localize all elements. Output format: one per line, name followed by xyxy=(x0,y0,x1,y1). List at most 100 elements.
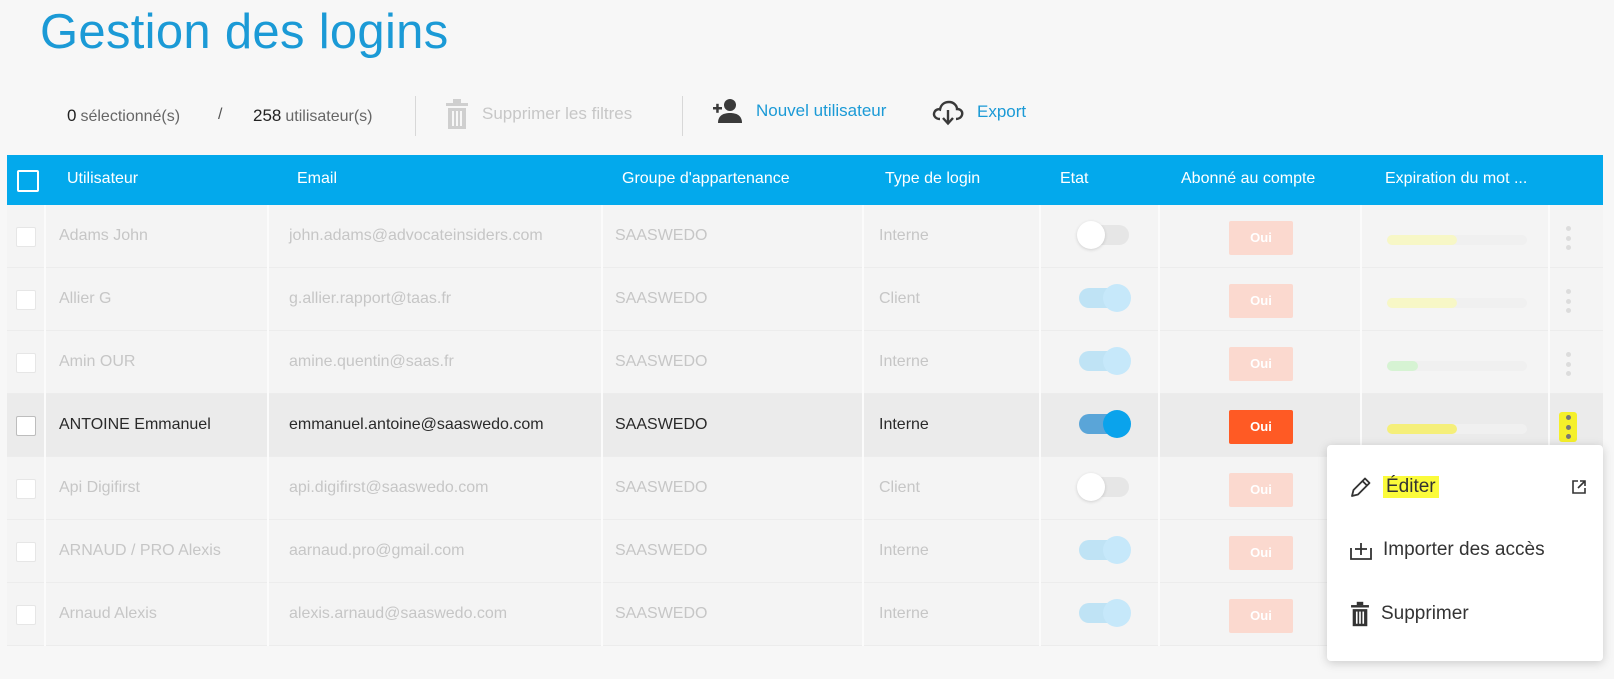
subscribed-badge: Oui xyxy=(1229,221,1293,255)
state-toggle[interactable] xyxy=(1077,221,1129,249)
state-toggle[interactable] xyxy=(1077,473,1129,501)
column-divider xyxy=(44,520,46,583)
column-divider xyxy=(1158,394,1160,457)
toggle-knob xyxy=(1103,536,1131,564)
row-checkbox[interactable] xyxy=(16,542,36,562)
row-actions-icon[interactable] xyxy=(1559,286,1577,316)
toggle-knob xyxy=(1103,410,1131,438)
column-divider xyxy=(862,268,864,331)
column-divider xyxy=(862,394,864,457)
state-toggle[interactable] xyxy=(1079,284,1131,312)
row-checkbox[interactable] xyxy=(16,353,36,373)
clear-filters-label: Supprimer les filtres xyxy=(482,104,633,123)
toolbar: 0 sélectionné(s) / 258 utilisateur(s) Supp… xyxy=(0,92,1100,142)
column-divider xyxy=(1039,205,1041,268)
cell-login-type: Interne xyxy=(879,416,929,433)
cell-email: api.digifirst@saaswedo.com xyxy=(289,479,489,496)
cell-email: alexis.arnaud@saaswedo.com xyxy=(289,605,508,622)
column-header-login-type[interactable]: Type de login xyxy=(885,170,980,188)
clear-filters-button[interactable]: Supprimer les filtres xyxy=(444,98,632,130)
column-divider xyxy=(601,205,603,268)
column-divider xyxy=(1158,520,1160,583)
toggle-knob xyxy=(1103,599,1131,627)
menu-item-edit[interactable]: Éditer xyxy=(1349,475,1439,499)
cell-group: SAASWEDO xyxy=(615,479,708,496)
column-divider xyxy=(1548,331,1550,394)
column-divider xyxy=(862,457,864,520)
selected-label: sélectionné(s) xyxy=(80,108,181,125)
cell-group: SAASWEDO xyxy=(615,227,708,244)
column-divider xyxy=(601,520,603,583)
column-divider xyxy=(1039,583,1041,646)
export-button[interactable]: Export xyxy=(931,98,1026,126)
column-divider xyxy=(1158,268,1160,331)
cell-user: Api Digifirst xyxy=(59,479,140,496)
cell-user: Amin OUR xyxy=(59,353,136,370)
open-external-icon[interactable] xyxy=(1571,479,1587,495)
new-user-button[interactable]: Nouvel utilisateur xyxy=(712,98,886,124)
subscribed-badge: Oui xyxy=(1229,536,1293,570)
cell-user: Adams John xyxy=(59,227,148,244)
state-toggle[interactable] xyxy=(1079,599,1131,627)
menu-item-import-label: Importer des accès xyxy=(1383,539,1545,560)
column-divider xyxy=(267,457,269,520)
column-header-state[interactable]: Etat xyxy=(1060,170,1088,188)
cell-login-type: Client xyxy=(879,479,920,496)
total-label: utilisateur(s) xyxy=(285,108,373,125)
column-divider xyxy=(1360,331,1362,394)
import-icon xyxy=(1350,543,1372,560)
column-divider xyxy=(1158,457,1160,520)
column-divider xyxy=(1548,205,1550,268)
column-divider xyxy=(862,205,864,268)
column-header-email[interactable]: Email xyxy=(297,170,337,188)
table-row[interactable]: Adams John john.adams@advocateinsiders.co… xyxy=(7,205,1603,268)
subscribed-badge: Oui xyxy=(1229,410,1293,444)
counter-separator: / xyxy=(218,106,223,123)
cell-user: Arnaud Alexis xyxy=(59,605,157,622)
column-header-expiration[interactable]: Expiration du mot ... xyxy=(1385,170,1527,188)
column-header-subscribed[interactable]: Abonné au compte xyxy=(1181,170,1315,188)
column-header-user[interactable]: Utilisateur xyxy=(67,170,138,188)
table-row[interactable]: Allier G g.allier.rapport@taas.fr SAASWEDO… xyxy=(7,268,1603,331)
column-divider xyxy=(267,331,269,394)
row-actions-icon[interactable] xyxy=(1559,412,1577,442)
toolbar-divider xyxy=(682,96,683,136)
row-checkbox[interactable] xyxy=(16,605,36,625)
row-actions-icon[interactable] xyxy=(1559,349,1577,379)
column-divider xyxy=(601,394,603,457)
row-checkbox[interactable] xyxy=(16,227,36,247)
column-divider xyxy=(1360,268,1362,331)
menu-item-delete[interactable]: Supprimer xyxy=(1349,601,1469,627)
row-context-menu: Éditer Importer des accès Supprimer xyxy=(1327,445,1603,661)
menu-item-import-access[interactable]: Importer des accès xyxy=(1349,538,1545,562)
state-toggle[interactable] xyxy=(1079,410,1131,438)
state-toggle[interactable] xyxy=(1079,347,1131,375)
row-checkbox[interactable] xyxy=(16,479,36,499)
row-checkbox[interactable] xyxy=(16,290,36,310)
cell-email: g.allier.rapport@taas.fr xyxy=(289,290,452,307)
select-all-checkbox[interactable] xyxy=(17,170,39,192)
table-row[interactable]: Amin OUR amine.quentin@saas.fr SAASWEDO Int… xyxy=(7,331,1603,394)
expiration-progress xyxy=(1387,298,1527,308)
column-divider xyxy=(267,583,269,646)
row-checkbox[interactable] xyxy=(16,416,36,436)
cell-group: SAASWEDO xyxy=(615,290,708,307)
new-user-label: Nouvel utilisateur xyxy=(756,101,887,120)
cell-group: SAASWEDO xyxy=(615,353,708,370)
expiration-progress-fill xyxy=(1387,424,1457,434)
cell-group: SAASWEDO xyxy=(615,605,708,622)
state-toggle[interactable] xyxy=(1079,536,1131,564)
column-divider xyxy=(601,331,603,394)
column-divider xyxy=(267,520,269,583)
total-counter: 258 utilisateur(s) xyxy=(253,106,373,126)
column-divider xyxy=(267,394,269,457)
row-actions-icon[interactable] xyxy=(1559,223,1577,253)
selected-count: 0 xyxy=(67,106,77,125)
column-header-group[interactable]: Groupe d'appartenance xyxy=(622,170,790,188)
column-divider xyxy=(862,520,864,583)
trash-icon xyxy=(446,99,468,129)
column-divider xyxy=(267,205,269,268)
column-divider xyxy=(1039,394,1041,457)
cell-email: aarnaud.pro@gmail.com xyxy=(289,542,465,559)
column-divider xyxy=(44,583,46,646)
